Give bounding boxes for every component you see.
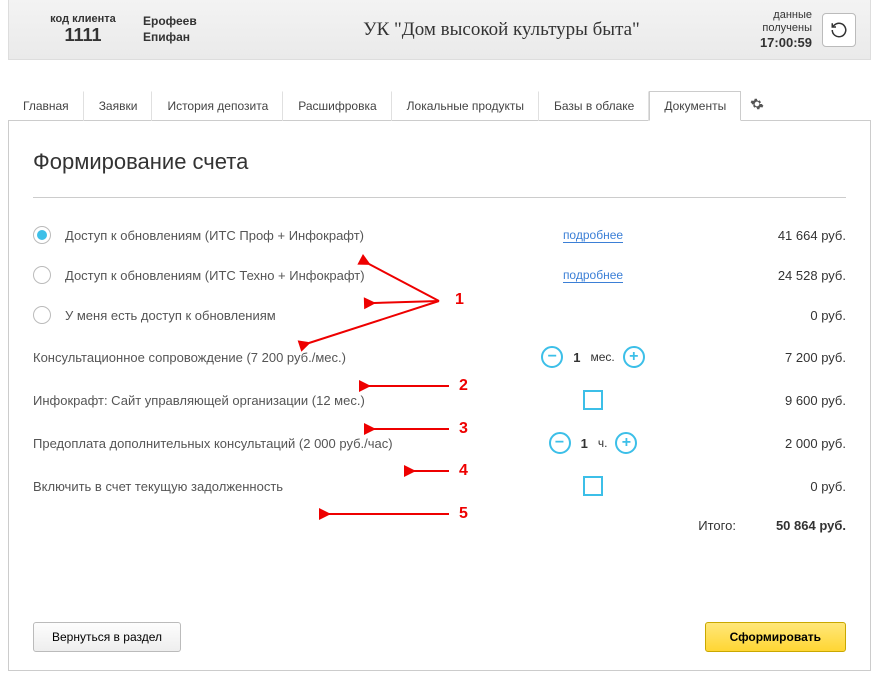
tab-deposit-history[interactable]: История депозита	[152, 91, 283, 121]
option-label-2: Доступ к обновлениям (ИТС Техно + Инфокр…	[65, 268, 365, 283]
radio-option-2[interactable]	[33, 266, 51, 284]
option-row-2: Доступ к обновлениям (ИТС Техно + Инфокр…	[33, 266, 846, 284]
more-link-1[interactable]: подробнее	[563, 228, 623, 243]
back-button[interactable]: Вернуться в раздел	[33, 622, 181, 652]
client-code-label: код клиента	[23, 13, 143, 25]
checkbox-2[interactable]	[583, 390, 603, 410]
refresh-icon	[830, 21, 848, 39]
data-received: данные получены 17:00:59	[760, 9, 812, 51]
total-label: Итого:	[698, 518, 736, 533]
total-row: Итого: 50 864 руб.	[33, 518, 846, 533]
top-bar: код клиента 1111 Ерофеев Епифан УК "Дом …	[8, 0, 871, 60]
line-row-4: Включить в счет текущую задолженность 0 …	[33, 476, 846, 496]
client-code-block: код клиента 1111	[23, 13, 143, 46]
option-row-1: Доступ к обновлениям (ИТС Проф + Инфокра…	[33, 226, 846, 244]
line-price-1: 7 200 руб.	[663, 350, 846, 365]
stepper-unit-1: мес.	[590, 350, 614, 364]
tab-cloud-db[interactable]: Базы в облаке	[539, 91, 649, 121]
stepper-minus-3[interactable]: −	[549, 432, 571, 454]
line-label-3: Предоплата дополнительных консультаций (…	[33, 436, 393, 451]
option-price-2: 24 528 руб.	[663, 268, 846, 283]
line-label-4: Включить в счет текущую задолженность	[33, 479, 283, 494]
line-row-1: Консультационное сопровождение (7 200 ру…	[33, 346, 846, 368]
stepper-value-1: 1	[573, 350, 580, 365]
option-price-3: 0 руб.	[663, 308, 846, 323]
footer-buttons: Вернуться в раздел Сформировать	[33, 622, 846, 652]
tab-settings[interactable]	[741, 91, 773, 121]
option-label-1: Доступ к обновлениям (ИТС Проф + Инфокра…	[65, 228, 364, 243]
tabs: Главная Заявки История депозита Расшифро…	[8, 90, 871, 121]
option-row-3: У меня есть доступ к обновлениям 0 руб.	[33, 306, 846, 324]
option-label-3: У меня есть доступ к обновлениям	[65, 308, 276, 323]
option-price-1: 41 664 руб.	[663, 228, 846, 243]
radio-option-1[interactable]	[33, 226, 51, 244]
company-title: УК "Дом высокой культуры быта"	[243, 19, 760, 41]
tab-local-products[interactable]: Локальные продукты	[392, 91, 539, 121]
divider	[33, 197, 846, 198]
total-value: 50 864 руб.	[776, 518, 846, 533]
client-code-value: 1111	[23, 25, 143, 46]
tab-main[interactable]: Главная	[8, 91, 84, 121]
line-row-2: Инфокрафт: Сайт управляющей организации …	[33, 390, 846, 410]
more-link-2[interactable]: подробнее	[563, 268, 623, 283]
stepper-plus-1[interactable]: +	[623, 346, 645, 368]
line-label-2: Инфокрафт: Сайт управляющей организации …	[33, 393, 365, 408]
stepper-value-3: 1	[581, 436, 588, 451]
line-price-2: 9 600 руб.	[663, 393, 846, 408]
submit-button[interactable]: Сформировать	[705, 622, 846, 652]
stepper-minus-1[interactable]: −	[541, 346, 563, 368]
tab-requests[interactable]: Заявки	[84, 91, 153, 121]
checkbox-4[interactable]	[583, 476, 603, 496]
panel: Формирование счета Доступ к обновлениям …	[8, 121, 871, 671]
tab-documents[interactable]: Документы	[649, 91, 741, 121]
stepper-unit-3: ч.	[598, 436, 608, 450]
radio-option-3[interactable]	[33, 306, 51, 324]
stepper-plus-3[interactable]: +	[615, 432, 637, 454]
refresh-button[interactable]	[822, 13, 856, 47]
line-row-3: Предоплата дополнительных консультаций (…	[33, 432, 846, 454]
tab-decoding[interactable]: Расшифровка	[283, 91, 391, 121]
gear-icon	[750, 97, 764, 111]
page-title: Формирование счета	[33, 149, 846, 175]
line-price-4: 0 руб.	[663, 479, 846, 494]
line-price-3: 2 000 руб.	[663, 436, 846, 451]
client-name: Ерофеев Епифан	[143, 14, 243, 45]
line-label-1: Консультационное сопровождение (7 200 ру…	[33, 350, 346, 365]
